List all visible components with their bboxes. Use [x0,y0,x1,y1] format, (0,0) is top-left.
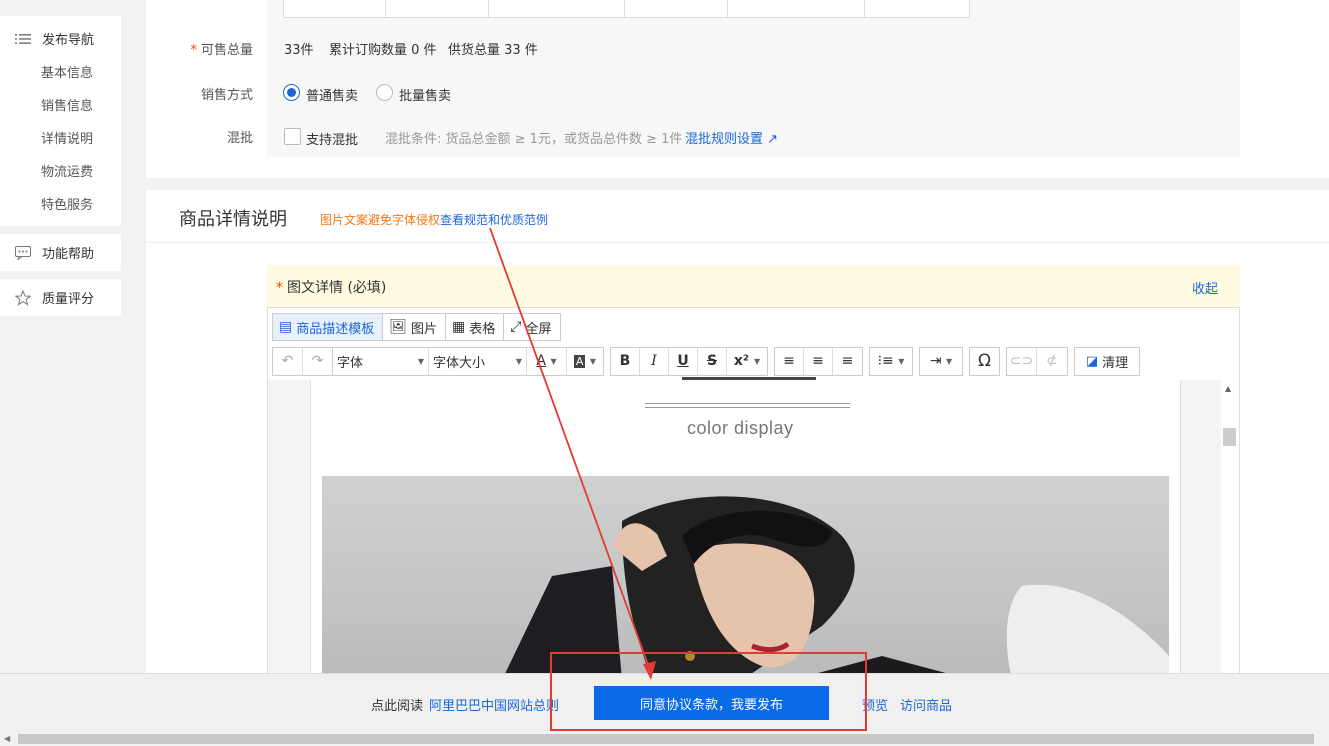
scroll-left-icon[interactable]: ◀ [4,734,10,743]
annotation-arrow [489,227,656,680]
horizontal-scroll-thumb[interactable] [18,734,1314,744]
